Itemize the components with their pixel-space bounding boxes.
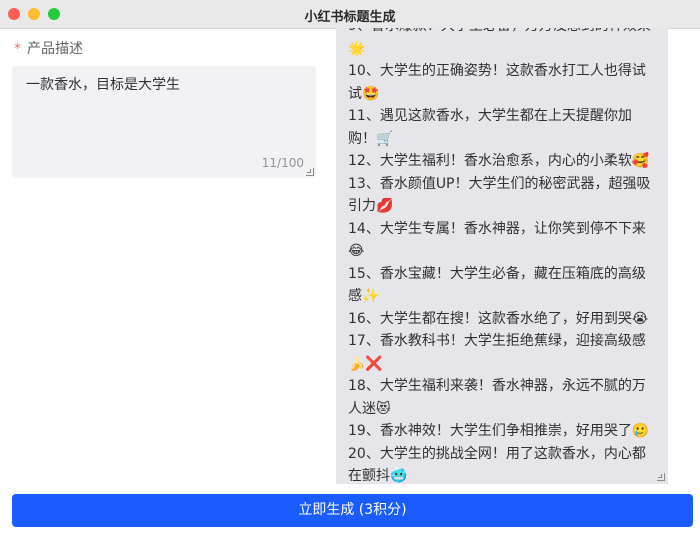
generated-titles-output[interactable]: 9、香水爆款！大学生必备，万万没想到的神效果🌟 10、大学生的正确姿势！这款香水打… bbox=[336, 28, 668, 484]
window-title: 小红书标题生成 bbox=[304, 10, 396, 25]
generated-title-line: 20、大学生的挑战全网！用了这款香水，内心都在颤抖🥶 bbox=[348, 445, 646, 485]
product-description-label: * 产品描述 bbox=[14, 38, 83, 58]
generated-titles-list: 9、香水爆款！大学生必备，万万没想到的神效果🌟 10、大学生的正确姿势！这款香水打… bbox=[348, 28, 652, 484]
product-description-label-text: 产品描述 bbox=[27, 41, 83, 57]
product-description-input[interactable]: 一款香水，目标是大学生 11/100 bbox=[12, 66, 316, 178]
generated-title-line: 19、香水神效！大学生们争相推崇，好用哭了🥲 bbox=[348, 423, 650, 439]
generated-title-line: 9、香水爆款！大学生必备，万万没想到的神效果🌟 bbox=[348, 28, 651, 57]
title-bar: 小红书标题生成 bbox=[0, 0, 700, 29]
generate-button[interactable]: 立即生成 (3积分) bbox=[12, 494, 693, 527]
resize-handle-icon[interactable] bbox=[306, 168, 314, 176]
resize-handle-icon[interactable] bbox=[657, 473, 665, 481]
required-asterisk: * bbox=[14, 41, 21, 57]
generated-title-line: 12、大学生福利！香水治愈系，内心的小柔软🥰 bbox=[348, 153, 650, 169]
product-description-value: 一款香水，目标是大学生 bbox=[26, 77, 180, 93]
generated-title-line: 13、香水颜值UP！大学生们的秘密武器，超强吸引力💋 bbox=[348, 175, 651, 215]
generated-title-line: 10、大学生的正确姿势！这款香水打工人也得试试🤩 bbox=[348, 63, 646, 102]
generated-title-line: 14、大学生专属！香水神器，让你笑到停不下来😂 bbox=[348, 220, 646, 260]
generated-title-line: 11、遇见这款香水，大学生都在上天提醒你加购！🛒 bbox=[348, 108, 632, 147]
generated-title-line: 18、大学生福利来袭！香水神器，永远不腻的万人迷😻 bbox=[348, 378, 646, 417]
generated-title-line: 17、香水教科书！大学生拒绝蕉绿，迎接高级感🍌❌ bbox=[348, 333, 646, 372]
generated-title-line: 15、香水宝藏！大学生必备，藏在压箱底的高级感✨ bbox=[348, 265, 646, 305]
character-counter: 11/100 bbox=[261, 156, 304, 170]
generated-title-line: 16、大学生都在搜！这款香水绝了，好用到哭😭 bbox=[348, 310, 649, 327]
